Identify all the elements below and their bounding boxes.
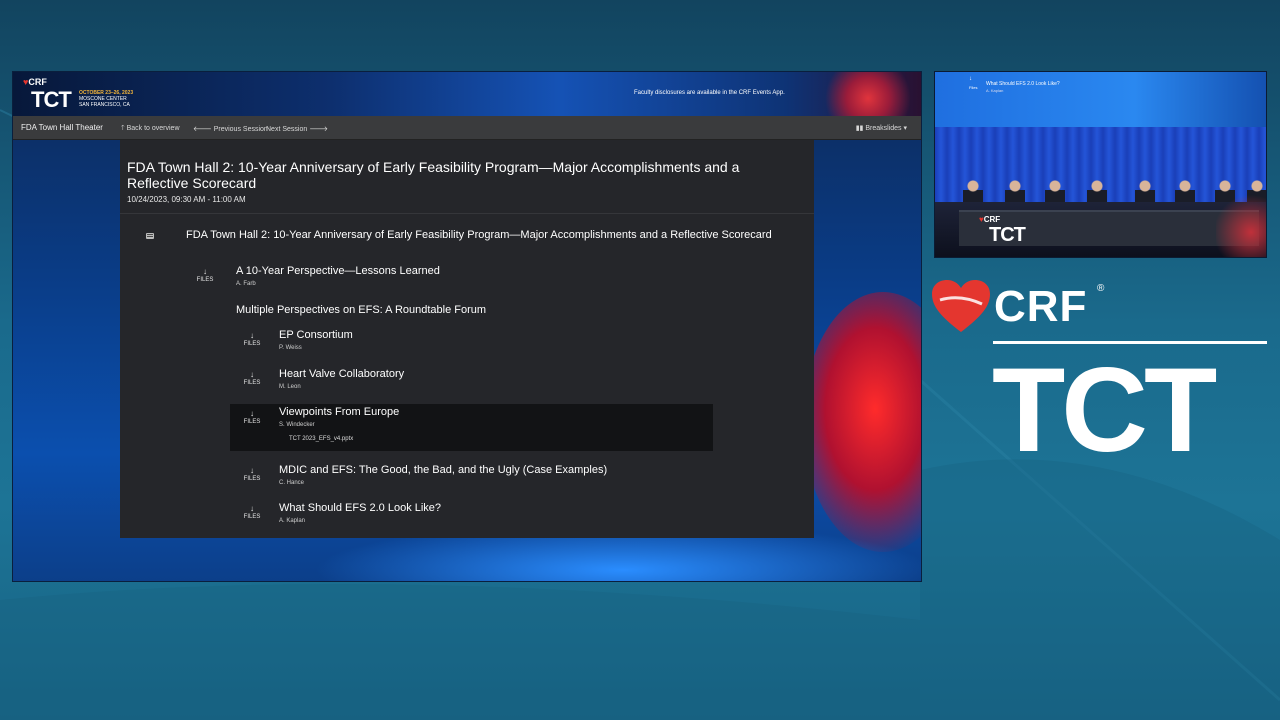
presentation-title[interactable]: MDIC and EFS: The Good, the Bad, and the… <box>279 464 607 477</box>
download-icon: ↓ <box>250 370 254 379</box>
download-files-button[interactable]: ↓ FILES <box>242 332 262 348</box>
banner-venue-line2: SAN FRANCISCO, CA <box>79 102 130 108</box>
banner-heart-graphic <box>813 72 921 116</box>
banner-crf-text: CRF <box>28 77 47 87</box>
download-files-button[interactable]: ↓ FILES <box>242 467 262 483</box>
presentation-speaker: S. Windecker <box>279 422 315 428</box>
files-label: FILES <box>243 476 261 482</box>
banner-venue: MOSCONE CENTER SAN FRANCISCO, CA <box>79 96 130 108</box>
logo-tct-text: TCT <box>992 343 1217 477</box>
camera-screen-title: What Should EFS 2.0 Look Like? <box>986 81 1060 87</box>
camera-screen-speaker: A. Kaplan <box>986 88 1004 93</box>
disclosure-notice: Faculty disclosures are available in the… <box>634 90 785 96</box>
panel-table: ♥CRF TCT <box>959 210 1259 246</box>
presentation-title[interactable]: EP Consortium <box>279 329 353 342</box>
presentation-speaker: A. Kaplan <box>279 518 306 524</box>
session-time: 10/24/2023, 09:30 AM - 11:00 AM <box>127 195 246 204</box>
files-label: FILES <box>243 419 261 425</box>
camera-feed: ↓ Files What Should EFS 2.0 Look Like? A… <box>934 71 1267 258</box>
session-panel: FDA Town Hall 2: 10-Year Anniversary of … <box>120 140 814 538</box>
heart-icon <box>932 280 990 332</box>
download-icon: ↓ <box>969 76 972 82</box>
breakslides-dropdown[interactable]: ▮▮ Breakslides ▾ <box>856 124 907 132</box>
presentation-title[interactable]: Heart Valve Collaboratory <box>279 368 404 381</box>
banner-crf-logo: ♥CRF <box>23 77 47 87</box>
presentation-speaker: A. Farb <box>236 281 256 287</box>
navbar: FDA Town Hall Theater 🡑 Back to overview… <box>13 116 921 140</box>
banner-tct-text: TCT <box>31 87 72 112</box>
download-icon: ↓ <box>250 409 254 418</box>
files-label: FILES <box>196 277 214 283</box>
download-icon: ↓ <box>250 331 254 340</box>
table-tct-text: TCT <box>989 224 1026 246</box>
logo-crf-text: CRF <box>994 282 1088 331</box>
arrow-left-icon: 🡐 <box>193 126 214 133</box>
files-label: FILES <box>243 341 261 347</box>
download-files-button[interactable]: ↓ FILES <box>242 410 262 426</box>
background-heart-graphic <box>803 292 921 552</box>
table-crf-text: CRF <box>983 215 1001 224</box>
download-icon: ↓ <box>250 504 254 513</box>
download-files-button[interactable]: ↓ FILES <box>242 505 262 521</box>
previous-session-link[interactable]: 🡐 Previous Session <box>193 124 268 133</box>
session-list-icon <box>146 233 154 239</box>
stage-heart-graphic <box>1216 192 1266 257</box>
files-label: FILES <box>243 514 261 520</box>
previous-label: Previous Session <box>213 126 268 133</box>
caret-down-icon: ▾ <box>901 125 907 132</box>
download-icon: ↓ <box>203 267 207 276</box>
download-icon: ↓ <box>250 466 254 475</box>
files-label: FILES <box>243 380 261 386</box>
tree-root-title[interactable]: FDA Town Hall 2: 10-Year Anniversary of … <box>186 229 776 242</box>
group-title[interactable]: Multiple Perspectives on EFS: A Roundtab… <box>236 304 486 317</box>
tct-banner-logo: ♥CRF TCT OCTOBER 23–26, 2023 MOSCONE CEN… <box>23 77 143 113</box>
file-link[interactable]: TCT 2023_EFS_v4.pptx <box>289 436 353 442</box>
back-to-overview-link[interactable]: 🡑 Back to overview <box>121 124 180 135</box>
download-files-button[interactable]: ↓ FILES <box>242 371 262 387</box>
event-banner: ♥CRF TCT OCTOBER 23–26, 2023 MOSCONE CEN… <box>13 72 921 116</box>
navbar-brand[interactable]: FDA Town Hall Theater <box>21 123 103 132</box>
columns-icon: ▮▮ <box>855 125 866 132</box>
camera-stage-screen: ↓ Files What Should EFS 2.0 Look Like? A… <box>935 72 1266 127</box>
presentation-speaker: C. Hance <box>279 480 305 486</box>
arrow-right-icon: 🡒 <box>307 126 328 133</box>
presentation-title[interactable]: Viewpoints From Europe <box>279 406 399 419</box>
breakslides-label: Breakslides <box>865 125 902 132</box>
divider <box>120 213 814 214</box>
presentation-title[interactable]: A 10-Year Perspective—Lessons Learned <box>236 265 440 278</box>
next-session-link[interactable]: Next Session 🡒 <box>266 124 328 133</box>
back-label: Back to overview <box>126 125 180 132</box>
presentation-title[interactable]: What Should EFS 2.0 Look Like? <box>279 502 441 515</box>
presentation-speaker: P. Weiss <box>279 345 302 351</box>
next-label: Next Session <box>266 126 308 133</box>
camera-files-label: Files <box>969 85 978 90</box>
presentation-speaker: M. Leon <box>279 384 301 390</box>
logo-registered-mark: ® <box>1097 283 1105 294</box>
table-crf-logo: ♥CRF <box>979 215 1000 224</box>
download-files-button[interactable]: ↓ FILES <box>195 268 215 284</box>
main-screen: ♥CRF TCT OCTOBER 23–26, 2023 MOSCONE CEN… <box>12 71 922 582</box>
session-title: FDA Town Hall 2: 10-Year Anniversary of … <box>127 159 740 191</box>
crf-tct-logo: CRF ® TCT <box>930 278 1270 478</box>
